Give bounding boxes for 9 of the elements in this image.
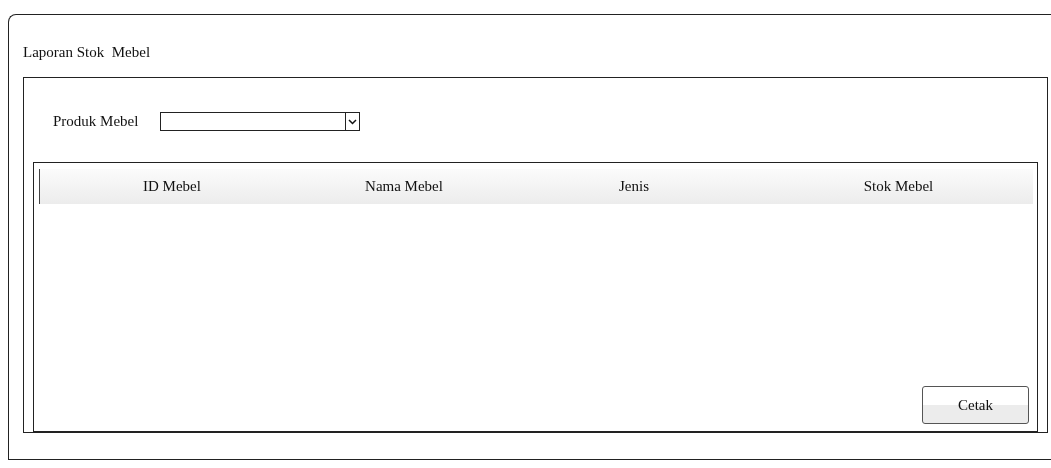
window-title: Laporan Stok Mebel [23,44,151,61]
column-header: Nama Mebel [364,178,444,195]
print-button[interactable]: Cetak [922,386,1029,424]
chevron-down-icon [348,118,358,125]
field-label: Produk Mebel [53,113,139,130]
column-header: Jenis [618,178,650,195]
product-dropdown[interactable] [160,112,361,131]
column-header: Stok Mebel [862,178,935,195]
column-header: ID Mebel [142,178,202,195]
